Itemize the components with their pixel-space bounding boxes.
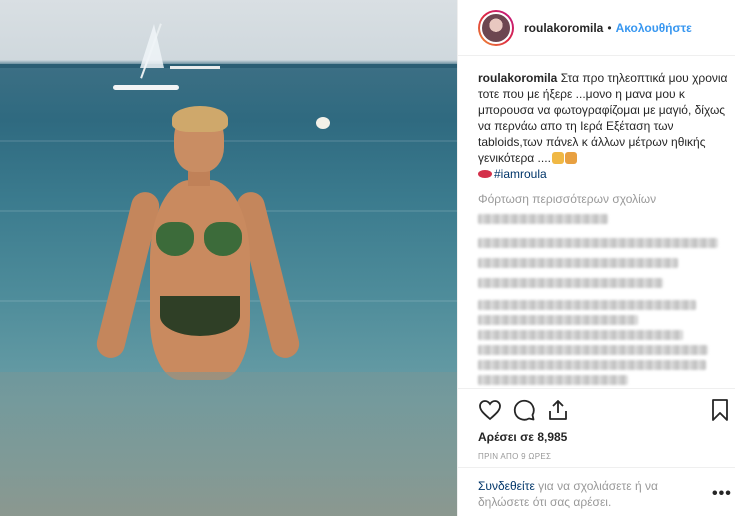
post-sidebar: roulakoromila • Ακολουθήστε roulakoromil… — [457, 0, 735, 516]
load-more-comments[interactable]: Φόρτωση περισσότερων σχολίων — [478, 192, 656, 206]
blurred-comment — [478, 214, 608, 224]
sea-horizon — [0, 64, 457, 68]
header-separator: • — [607, 20, 612, 35]
woman-raising-hand-emoji-icon — [564, 152, 577, 164]
divider — [458, 388, 735, 389]
blurred-comment — [478, 345, 708, 355]
bikini-top-right — [204, 222, 242, 256]
caption-text: Στα προ τηλεοπτικά μου χρονια τοτε που μ… — [478, 71, 728, 165]
likes-count[interactable]: Αρέσει σε 8,985 — [478, 430, 567, 444]
shallow-water — [0, 372, 457, 516]
comment-icon[interactable] — [512, 398, 536, 422]
kiss-mark-emoji-icon — [478, 170, 492, 178]
avatar-image — [480, 11, 512, 44]
windsurf-board — [113, 85, 179, 90]
blurred-comment — [478, 375, 628, 385]
blurred-comment — [478, 258, 678, 268]
woman-figure — [93, 106, 303, 390]
header-username[interactable]: roulakoromila — [524, 21, 603, 35]
blurred-comment — [478, 278, 663, 288]
torso — [150, 180, 250, 380]
action-bar — [478, 398, 728, 424]
post-timestamp[interactable]: ΠΡΙΝ ΑΠΟ 9 ΩΡΕΣ — [478, 452, 551, 461]
follow-button[interactable]: Ακολουθήστε — [616, 21, 692, 35]
login-prompt: Συνδεθείτε για να σχολιάσετε ή να δηλώσε… — [478, 478, 698, 510]
bikini-top-left — [156, 222, 194, 256]
login-link[interactable]: Συνδεθείτε — [478, 479, 535, 493]
post-caption: roulakoromila Στα προ τηλεοπτικά μου χρο… — [478, 70, 728, 182]
more-options-icon[interactable]: ••• — [712, 485, 732, 503]
hair — [172, 106, 228, 132]
woman-emoji-icon — [551, 152, 564, 164]
bikini-bottom — [160, 296, 240, 336]
blurred-comment — [478, 315, 638, 325]
blurred-comment — [478, 238, 718, 248]
blurred-comment — [478, 330, 683, 340]
distant-boat — [170, 66, 220, 69]
avatar[interactable] — [478, 9, 514, 46]
divider — [458, 467, 735, 468]
caption-username[interactable]: roulakoromila — [478, 71, 557, 85]
heart-icon[interactable] — [478, 398, 502, 422]
bookmark-icon[interactable] — [708, 398, 732, 422]
windsurf-sail — [140, 24, 164, 68]
share-icon[interactable] — [546, 398, 570, 422]
post-photo[interactable] — [0, 0, 457, 516]
post-header: roulakoromila • Ακολουθήστε — [458, 0, 735, 56]
blurred-comment — [478, 300, 696, 310]
buoy — [316, 117, 330, 129]
blurred-comment — [478, 360, 706, 370]
caption-hashtag[interactable]: #iamroula — [494, 167, 547, 181]
